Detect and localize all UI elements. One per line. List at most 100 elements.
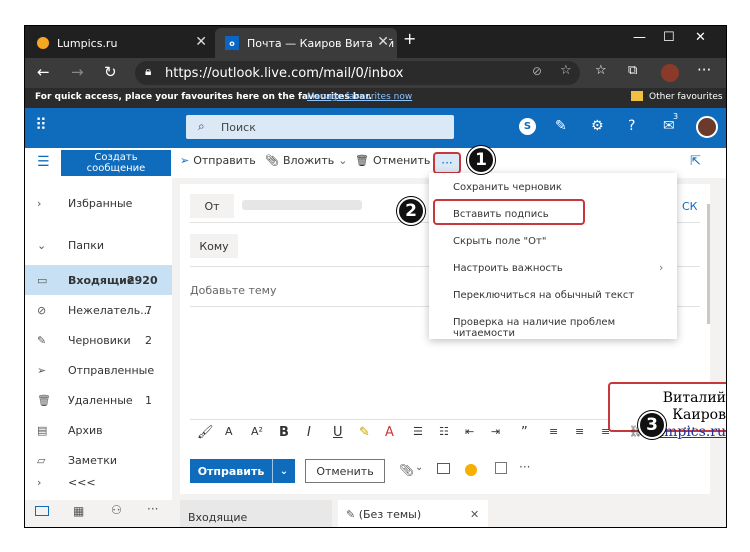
maximize-button[interactable]: ☐ — [663, 30, 675, 45]
format-painter-icon[interactable]: 🖌︎ — [197, 425, 214, 440]
menu-item-save-draft[interactable]: Сохранить черновик — [453, 182, 562, 193]
favorites-label: Избранные — [68, 196, 133, 210]
sidebar-item-drafts[interactable]: ✎ Черновики 2 — [25, 325, 172, 355]
more-actions-button[interactable]: ··· — [433, 152, 461, 174]
url-text: https://outlook.live.com/mail/0/inbox — [165, 65, 404, 81]
favorites-icon[interactable]: ☆ — [595, 63, 607, 78]
new-tab-button[interactable]: + — [403, 29, 416, 48]
refresh-icon[interactable]: ↻ — [104, 63, 117, 81]
search-icon: ⌕ — [198, 119, 205, 133]
numbered-list-icon[interactable]: ☷ — [439, 425, 449, 438]
settings-icon[interactable]: ⚙ — [591, 118, 604, 134]
menu-item-hide-from[interactable]: Скрыть поле "От" — [453, 236, 546, 247]
callout-1: 1 — [467, 146, 495, 174]
more-options-icon[interactable]: ··· — [519, 460, 530, 474]
user-avatar[interactable] — [696, 116, 718, 138]
italic-icon[interactable]: I — [307, 425, 311, 440]
url-field[interactable]: 🔒︎ https://outlook.live.com/mail/0/inbox… — [135, 61, 580, 85]
folders-label: Папки — [68, 238, 104, 252]
bullet-list-icon[interactable]: ☰ — [413, 425, 423, 438]
sidebar-favorites[interactable]: › Избранные — [25, 188, 172, 218]
todo-icon[interactable]: ✎ — [555, 118, 567, 134]
more-apps-icon[interactable]: ··· — [147, 502, 158, 516]
emoji-icon[interactable] — [465, 464, 477, 476]
popout-icon[interactable]: ⇱ — [690, 154, 701, 169]
cancel-button[interactable]: Отменить — [305, 459, 385, 483]
skype-icon[interactable]: S — [519, 118, 536, 135]
chevron-down-icon[interactable]: ⌄ — [273, 466, 295, 477]
sidebar-item-more[interactable]: › <<< — [25, 472, 172, 492]
close-tab-icon[interactable]: ✕ — [195, 34, 207, 50]
attach-icon[interactable]: 📎︎ — [399, 463, 414, 477]
sidebar-item-sent[interactable]: ➢ Отправленные — [25, 355, 172, 385]
increase-indent-icon[interactable]: ⇥ — [491, 425, 500, 438]
align-left-icon[interactable]: ≡ — [549, 425, 558, 438]
menu-item-plain-text[interactable]: Переключиться на обычный текст — [453, 290, 634, 301]
back-icon[interactable]: ← — [37, 63, 50, 81]
calendar-icon[interactable]: ▦ — [73, 504, 84, 518]
send-button[interactable]: Отправить ⌄ — [190, 459, 295, 483]
sidebar-item-junk[interactable]: ⊘ Нежелатель... 7 — [25, 295, 172, 325]
from-address-blurred — [242, 200, 362, 210]
profile-avatar[interactable] — [661, 64, 679, 82]
signature-site: Lumpics.ru — [645, 424, 726, 440]
chevron-down-icon[interactable]: ⌄ — [415, 462, 423, 473]
attach-command[interactable]: 📎︎ Вложить ⌄ — [265, 154, 347, 167]
minimize-button[interactable]: — — [633, 30, 646, 45]
sidebar-item-inbox[interactable]: ▭ Входящие 2920 — [25, 265, 172, 295]
close-icon[interactable]: ✕ — [470, 508, 479, 521]
discard-command[interactable]: 🗑︎ Отменить — [355, 154, 430, 167]
bold-icon[interactable]: B — [279, 425, 289, 440]
settings-menu-icon[interactable]: ··· — [697, 61, 711, 79]
paperclip-icon: 📎︎ — [265, 154, 279, 167]
outlook-favicon-icon: o — [225, 36, 239, 50]
favorite-star-icon[interactable]: ☆ — [560, 63, 572, 78]
tab-outlook[interactable]: o Почта — Каиров Виталий — Ou ✕ — [215, 28, 397, 58]
mail-icon[interactable] — [35, 506, 49, 516]
from-button[interactable]: От — [190, 194, 234, 218]
image-icon[interactable] — [437, 463, 450, 474]
tracking-icon[interactable]: ⊘ — [532, 64, 542, 78]
align-right-icon[interactable]: ≡ — [601, 425, 610, 438]
decrease-indent-icon[interactable]: ⇤ — [465, 425, 474, 438]
sidebar-item-notes[interactable]: ▱ Заметки — [25, 445, 172, 475]
underline-icon[interactable]: U — [333, 425, 343, 440]
sidebar-item-deleted[interactable]: 🗑︎ Удаленные 1 — [25, 385, 172, 415]
menu-item-set-importance[interactable]: Настроить важность — [453, 263, 563, 274]
quote-icon[interactable]: ” — [521, 425, 528, 440]
sidebar-folders[interactable]: ⌄ Папки — [25, 230, 172, 260]
menu-item-accessibility[interactable]: Проверка на наличие проблем читаемости — [453, 317, 677, 339]
to-button[interactable]: Кому — [190, 234, 238, 258]
font-size-icon[interactable]: A² — [251, 425, 263, 438]
send-command[interactable]: ➢ Отправить — [180, 154, 256, 167]
help-icon[interactable]: ? — [628, 118, 635, 134]
sidebar-item-label: <<< — [68, 475, 96, 489]
subject-input[interactable]: Добавьте тему — [190, 284, 276, 297]
tab-lumpics[interactable]: Lumpics.ru ✕ — [25, 28, 215, 58]
close-tab-icon[interactable]: ✕ — [373, 34, 389, 50]
hamburger-icon[interactable]: ☰ — [37, 154, 50, 170]
font-color-icon[interactable]: A — [385, 425, 394, 440]
manage-favourites-link[interactable]: Manage favourites now — [307, 92, 412, 102]
draft-bottom-tab[interactable]: ✎ (Без темы) ✕ — [338, 500, 488, 527]
screenshot-root: Lumpics.ru ✕ o Почта — Каиров Виталий — … — [0, 0, 750, 552]
calendar-icon[interactable] — [495, 462, 507, 474]
people-icon[interactable]: ⚇ — [111, 503, 122, 517]
search-input[interactable]: ⌕ Поиск — [186, 115, 454, 139]
sidebar-item-label: Входящие — [68, 273, 135, 287]
close-window-button[interactable]: ✕ — [695, 30, 706, 45]
highlight-icon[interactable]: ✎ — [359, 425, 370, 440]
new-message-button[interactable]: Создать сообщение — [61, 150, 171, 176]
sidebar-item-archive[interactable]: ▤ Архив — [25, 415, 172, 445]
collections-icon[interactable]: ⧉ — [628, 63, 637, 78]
font-icon[interactable]: A — [225, 425, 233, 438]
app-launcher-icon[interactable]: ⠿ — [35, 115, 47, 134]
cc-link[interactable]: СК — [682, 200, 698, 213]
more-format-button[interactable]: ··· — [683, 422, 695, 437]
scrollbar[interactable] — [707, 204, 710, 324]
align-center-icon[interactable]: ≡ — [575, 425, 584, 438]
forward-icon[interactable]: → — [71, 63, 84, 81]
send-button-label: Отправить — [197, 464, 265, 478]
other-favourites[interactable]: Other favourites — [649, 92, 723, 102]
inbox-bottom-tab[interactable]: Входящие — [180, 500, 332, 527]
